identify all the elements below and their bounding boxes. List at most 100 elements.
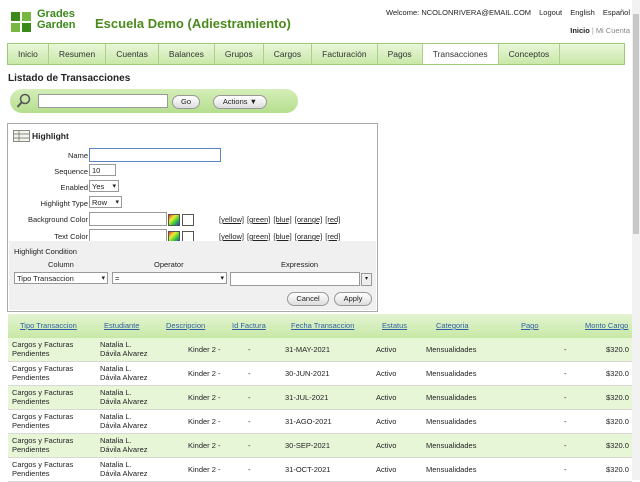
- logo-mark-icon: [11, 12, 31, 32]
- table-cell-pago: -: [564, 465, 567, 474]
- table-cell-pago: -: [564, 441, 567, 450]
- sequence-field[interactable]: 10: [89, 164, 116, 176]
- color-picker-icon[interactable]: [168, 214, 180, 226]
- tab-pagos[interactable]: Pagos: [378, 44, 423, 64]
- col-monto-cargo[interactable]: Monto Cargo: [585, 321, 628, 330]
- tab-facturacion[interactable]: Facturación: [312, 44, 378, 64]
- table-cell-cat: Mensualidades: [426, 465, 477, 474]
- table-cell-desc: Kinder 2 -: [188, 345, 221, 354]
- table-row: Cargos y Facturas Pendientes Natalia L. Dáv…: [8, 434, 632, 458]
- table-cell-id: -: [248, 393, 251, 402]
- green-link[interactable]: [green]: [247, 215, 270, 224]
- highlight-type-select[interactable]: Row ▾: [89, 196, 122, 208]
- inicio-link[interactable]: Inicio: [570, 26, 590, 35]
- scrollbar-thumb[interactable]: [633, 14, 639, 234]
- col-id-factura[interactable]: Id Factura: [232, 321, 266, 330]
- apply-button[interactable]: Apply: [334, 292, 372, 306]
- table-cell-cat: Mensualidades: [426, 345, 477, 354]
- chevron-down-icon[interactable]: ▾: [361, 273, 372, 286]
- table-cell-desc: Kinder 2 -: [188, 369, 221, 378]
- tab-cargos[interactable]: Cargos: [264, 44, 313, 64]
- table-cell-pago: -: [564, 369, 567, 378]
- table-cell-fecha: 31-MAY-2021: [285, 345, 331, 354]
- scrollbar[interactable]: [632, 0, 640, 480]
- col-tipo-transaccion[interactable]: Tipo Transaccion: [20, 321, 77, 330]
- text-color-links: [yellow] [green] [blue] [orange] [red]: [219, 232, 343, 241]
- red-link[interactable]: [red]: [325, 232, 340, 241]
- search-input[interactable]: [38, 94, 168, 108]
- highlight-type-label: Highlight Type: [40, 199, 88, 208]
- column-select[interactable]: Tipo Transaccion ▾: [14, 272, 108, 284]
- green-link[interactable]: [green]: [247, 232, 270, 241]
- expression-field[interactable]: [230, 272, 360, 286]
- go-button[interactable]: Go: [172, 95, 200, 109]
- yellow-link[interactable]: [yellow]: [219, 215, 244, 224]
- background-color-field[interactable]: [89, 212, 167, 226]
- tab-cuentas[interactable]: Cuentas: [106, 44, 159, 64]
- table-cell-cat: Mensualidades: [426, 369, 477, 378]
- col-estatus[interactable]: Estatus: [382, 321, 407, 330]
- english-link[interactable]: English: [570, 8, 595, 17]
- bg-color-links: [yellow] [green] [blue] [orange] [red]: [219, 215, 343, 224]
- blue-link[interactable]: [blue]: [273, 232, 291, 241]
- col-pago[interactable]: Pago: [521, 321, 539, 330]
- red-link[interactable]: [red]: [325, 215, 340, 224]
- enabled-label: Enabled: [60, 183, 88, 192]
- table-cell-monto: $320.0: [606, 393, 629, 402]
- col-fecha-transaccion[interactable]: Fecha Transaccion: [291, 321, 354, 330]
- actions-button[interactable]: Actions ▼: [213, 95, 267, 109]
- table-row: Cargos y Facturas Pendientes Natalia L. Dáv…: [8, 338, 632, 362]
- col-categoria[interactable]: Categoria: [436, 321, 469, 330]
- tab-inicio[interactable]: Inicio: [8, 44, 49, 64]
- yellow-link[interactable]: [yellow]: [219, 232, 244, 241]
- page-title: Listado de Transacciones: [8, 73, 131, 84]
- table-cell-estatus: Activo: [376, 441, 397, 450]
- col-estudiante[interactable]: Estudiante: [104, 321, 139, 330]
- app-title: Escuela Demo (Adiestramiento): [95, 16, 291, 31]
- table-cell-fecha: 30-JUN-2021: [285, 369, 330, 378]
- table-cell-id: -: [248, 441, 251, 450]
- actions-label: Actions: [222, 97, 248, 106]
- tab-resumen[interactable]: Resumen: [49, 44, 107, 64]
- table-cell-desc: Kinder 2 -: [188, 393, 221, 402]
- table-cell-fecha: 31-AGO-2021: [285, 417, 332, 426]
- background-color-label: Background Color: [27, 215, 88, 224]
- expression-header: Expression: [281, 260, 319, 269]
- enabled-select[interactable]: Yes ▾: [89, 180, 119, 192]
- color-swatch: [182, 214, 194, 226]
- table-cell-tipo: Cargos y Facturas Pendientes: [12, 412, 74, 430]
- tab-balances[interactable]: Balances: [159, 44, 215, 64]
- table-row: Cargos y Facturas Pendientes Natalia L. Dáv…: [8, 386, 632, 410]
- blue-link[interactable]: [blue]: [273, 215, 291, 224]
- table-cell-id: -: [248, 417, 251, 426]
- operator-header: Operator: [154, 260, 184, 269]
- chevron-down-icon: ▾: [220, 275, 224, 282]
- table-header: Tipo Transaccion Estudiante Descripcion …: [8, 314, 632, 338]
- orange-link[interactable]: [orange]: [295, 215, 323, 224]
- search-icon[interactable]: [16, 93, 32, 109]
- cancel-button[interactable]: Cancel: [287, 292, 329, 306]
- spanish-link[interactable]: Español: [603, 8, 630, 17]
- logout-link[interactable]: Logout: [539, 8, 562, 17]
- table-row: Cargos y Facturas Pendientes Natalia L. Dáv…: [8, 410, 632, 434]
- highlight-panel: Highlight Name Sequence 10 Enabled Yes ▾ …: [7, 123, 378, 312]
- operator-select[interactable]: = ▾: [112, 272, 227, 284]
- mi-cuenta-link[interactable]: Mi Cuenta: [596, 26, 630, 35]
- tab-transacciones[interactable]: Transacciones: [422, 44, 499, 64]
- col-descripcion[interactable]: Descripcion: [166, 321, 205, 330]
- table-cell-est: Natalia L. Dávila Alvarez: [100, 460, 148, 478]
- orange-link[interactable]: [orange]: [295, 232, 323, 241]
- tab-conceptos[interactable]: Conceptos: [499, 44, 561, 64]
- search-bar: Go Actions ▼: [10, 89, 298, 113]
- table-cell-tipo: Cargos y Facturas Pendientes: [12, 340, 74, 358]
- tab-grupos[interactable]: Grupos: [215, 44, 264, 64]
- table-row: Cargos y Facturas Pendientes Natalia L. Dáv…: [8, 458, 632, 482]
- user-bar: Welcome: NCOLONRIVERA@EMAIL.COM Logout E…: [380, 8, 630, 17]
- table-cell-tipo: Cargos y Facturas Pendientes: [12, 460, 74, 478]
- table-cell-tipo: Cargos y Facturas Pendientes: [12, 436, 74, 454]
- name-field[interactable]: [89, 148, 221, 162]
- table-cell-monto: $320.0: [606, 345, 629, 354]
- table-cell-est: Natalia L. Dávila Alvarez: [100, 412, 148, 430]
- table-cell-pago: -: [564, 417, 567, 426]
- logo: Grades Garden: [10, 9, 86, 35]
